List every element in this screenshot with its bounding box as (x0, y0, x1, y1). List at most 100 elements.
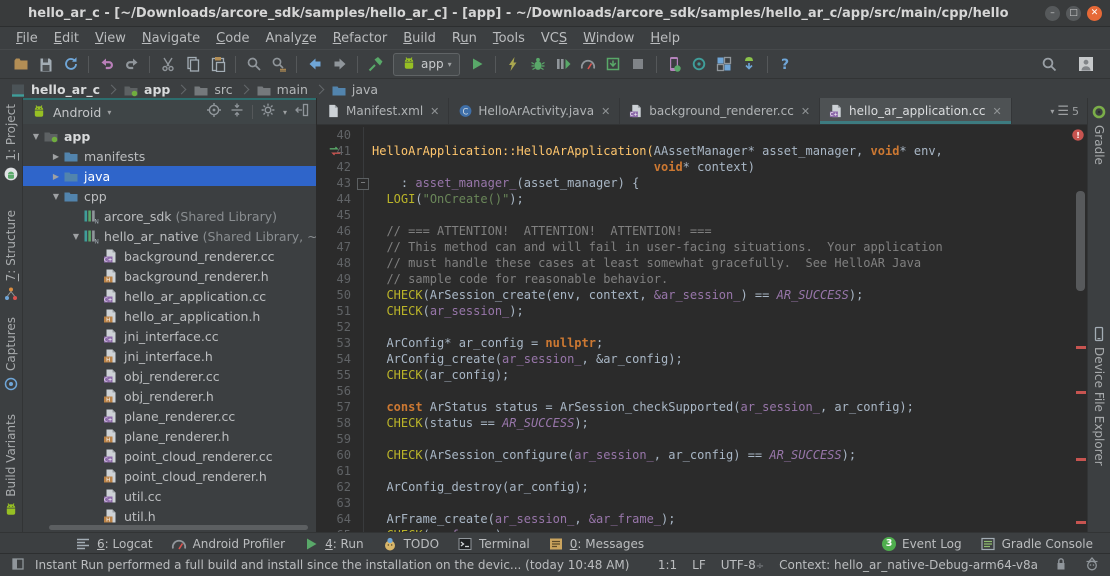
menu-window[interactable]: Window (575, 29, 642, 48)
help-button[interactable]: ? (773, 52, 798, 76)
redo-button[interactable] (119, 52, 144, 76)
close-tab-icon[interactable]: ✕ (801, 105, 810, 118)
close-tab-icon[interactable]: ✕ (430, 105, 439, 118)
collapse-all-button[interactable] (229, 102, 245, 122)
tree-item-background-renderer-h[interactable]: Hbackground_renderer.h (23, 266, 316, 286)
minimize-button[interactable]: – (1045, 6, 1060, 21)
search-everywhere-button[interactable] (1036, 52, 1061, 76)
error-stripe-mark[interactable] (1076, 391, 1086, 394)
build-button[interactable] (363, 52, 388, 76)
menu-navigate[interactable]: Navigate (134, 29, 208, 48)
editor-tab-manifest-xml[interactable]: Manifest.xml✕ (317, 98, 449, 124)
paste-button[interactable] (205, 52, 230, 76)
menu-file[interactable]: File (8, 29, 46, 48)
gradle-sync-button[interactable] (687, 52, 712, 76)
run-config-selector[interactable]: app▾ (393, 53, 460, 76)
tool-stripe-captures[interactable]: Captures (0, 317, 22, 392)
editor-tab-helloaractivity-java[interactable]: CHelloArActivity.java✕ (449, 98, 620, 124)
menu-tools[interactable]: Tools (485, 29, 533, 48)
android-profiler-button[interactable] (576, 52, 601, 76)
save-all-button[interactable] (33, 52, 58, 76)
tree-item-point-cloud-renderer-cc[interactable]: C+point_cloud_renderer.cc (23, 446, 316, 466)
debug-button[interactable] (526, 52, 551, 76)
tree-item-hello-ar-application-cc[interactable]: C+hello_ar_application.cc (23, 286, 316, 306)
tool-button-0-messages[interactable]: 0: Messages (539, 536, 653, 552)
menu-vcs[interactable]: VCS (533, 29, 575, 48)
attach-debugger-button[interactable] (601, 52, 626, 76)
attach-profiler-button[interactable] (551, 52, 576, 76)
forward-button[interactable] (327, 52, 352, 76)
tree-horizontal-scrollbar[interactable] (49, 525, 308, 530)
build-context[interactable]: Context: hello_ar_native-Debug-arm64-v8a (779, 558, 1038, 572)
tree-item-obj-renderer-h[interactable]: Hobj_renderer.h (23, 386, 316, 406)
menu-edit[interactable]: Edit (46, 29, 87, 48)
chevron-down-icon[interactable]: ▾ (1050, 107, 1054, 116)
stop-button[interactable] (626, 52, 651, 76)
expand-arrow-icon[interactable]: ▶ (49, 152, 63, 161)
close-tab-icon[interactable]: ✕ (601, 105, 610, 118)
breadcrumb-hello-ar-c[interactable]: hello_ar_c (10, 82, 100, 98)
tree-item-jni-interface-cc[interactable]: C+jni_interface.cc (23, 326, 316, 346)
collapse-arrow-icon[interactable]: ▼ (29, 132, 43, 141)
tree-item-java[interactable]: ▶java (23, 166, 316, 186)
menu-analyze[interactable]: Analyze (257, 29, 324, 48)
replace-button[interactable] (266, 52, 291, 76)
tree-item-hello-ar-native[interactable]: ▼Nhello_ar_native (Shared Library, ~/ (23, 226, 316, 246)
tree-item-plane-renderer-cc[interactable]: C+plane_renderer.cc (23, 406, 316, 426)
lock-icon[interactable] (1053, 556, 1069, 575)
tree-item-cpp[interactable]: ▼cpp (23, 186, 316, 206)
instant-run-button[interactable] (501, 52, 526, 76)
menu-view[interactable]: View (87, 29, 134, 48)
error-stripe-mark[interactable] (1076, 458, 1086, 461)
tool-button-4-run[interactable]: 4: Run (294, 536, 373, 552)
hide-panel-button[interactable] (294, 102, 310, 122)
menu-run[interactable]: Run (444, 29, 485, 48)
tool-button-android-profiler[interactable]: Android Profiler (162, 536, 294, 552)
find-button[interactable] (241, 52, 266, 76)
error-indicator-icon[interactable]: ! (1071, 128, 1085, 142)
tool-button-todo[interactable]: TODO (373, 536, 448, 552)
tree-item-jni-interface-h[interactable]: Hjni_interface.h (23, 346, 316, 366)
settings-button[interactable] (260, 102, 276, 122)
project-view-selector[interactable]: Android ▾ (31, 104, 111, 120)
menu-build[interactable]: Build (395, 29, 444, 48)
fold-marker-icon[interactable]: − (357, 178, 369, 190)
project-structure-button[interactable] (712, 52, 737, 76)
code-editor[interactable]: 4041HelloArApplication::HelloArApplicati… (317, 125, 1087, 532)
inspections-hector-icon[interactable] (1084, 556, 1100, 575)
sync-button[interactable] (58, 52, 83, 76)
tree-item-manifests[interactable]: ▶manifests (23, 146, 316, 166)
line-ending-widget[interactable]: LF (692, 558, 706, 572)
tool-stripe-gradle[interactable]: Gradle (1088, 104, 1110, 165)
expand-arrow-icon[interactable]: ▶ (49, 172, 63, 181)
tool-button-6-logcat[interactable]: 6: Logcat (66, 536, 162, 552)
breadcrumb-app[interactable]: app (123, 82, 170, 98)
tree-item-util-cc[interactable]: C+util.cc (23, 486, 316, 506)
undo-button[interactable] (94, 52, 119, 76)
tool-stripe-device-file-explorer[interactable]: Device File Explorer (1088, 326, 1110, 466)
tree-item-plane-renderer-h[interactable]: Hplane_renderer.h (23, 426, 316, 446)
caret-position[interactable]: 1:1 (658, 558, 677, 572)
tree-item-arcore-sdk[interactable]: Narcore_sdk (Shared Library) (23, 206, 316, 226)
tab-list-icon[interactable]: ☰ (1057, 104, 1069, 119)
maximize-button[interactable]: □ (1066, 6, 1081, 21)
menu-refactor[interactable]: Refactor (325, 29, 396, 48)
breadcrumb-src[interactable]: src (193, 82, 232, 98)
tree-item-util-h[interactable]: Hutil.h (23, 506, 316, 526)
breadcrumb-java[interactable]: java (331, 82, 378, 98)
tool-stripe-build-variants[interactable]: Build Variants (0, 414, 22, 518)
menu-code[interactable]: Code (208, 29, 257, 48)
tree-item-obj-renderer-cc[interactable]: C+obj_renderer.cc (23, 366, 316, 386)
locate-button[interactable] (206, 102, 222, 122)
open-button[interactable] (8, 52, 33, 76)
tool-stripe-1-project[interactable]: 1: Project (0, 104, 22, 182)
tool-stripe-7-structure[interactable]: 7: Structure (0, 210, 22, 302)
editor-tab-hello-ar-application-cc[interactable]: C+hello_ar_application.cc✕ (820, 98, 1012, 124)
avatar-button[interactable] (1073, 52, 1098, 76)
tool-button-terminal[interactable]: Terminal (448, 536, 539, 552)
error-stripe-mark[interactable] (1076, 346, 1086, 349)
copy-button[interactable] (180, 52, 205, 76)
menu-help[interactable]: Help (642, 29, 688, 48)
toolwindow-toggle-button[interactable] (10, 556, 26, 575)
tree-item-point-cloud-renderer-h[interactable]: Hpoint_cloud_renderer.h (23, 466, 316, 486)
